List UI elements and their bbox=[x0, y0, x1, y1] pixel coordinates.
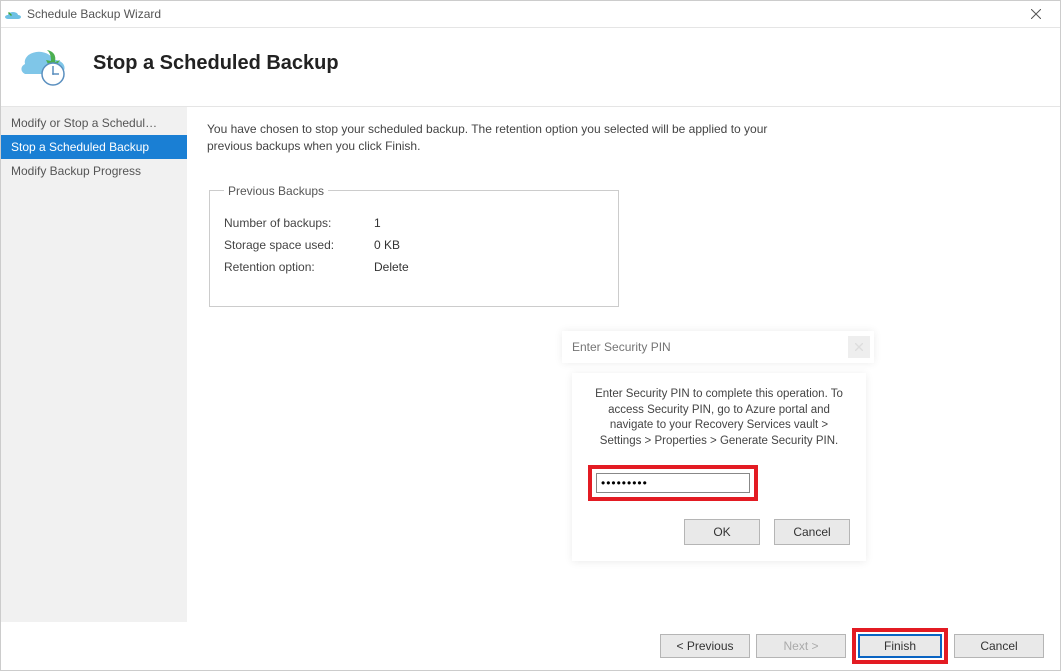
pin-entry-bar bbox=[562, 331, 874, 363]
window-title: Schedule Backup Wizard bbox=[27, 7, 161, 21]
finish-button[interactable]: Finish bbox=[858, 634, 942, 658]
pin-dialog-message: Enter Security PIN to complete this oper… bbox=[588, 387, 850, 449]
wizard-icon bbox=[13, 38, 73, 88]
pin-cancel-button[interactable]: Cancel bbox=[774, 519, 850, 545]
clear-pin-button[interactable] bbox=[848, 336, 870, 358]
close-icon bbox=[1031, 9, 1041, 19]
row-backup-count: Number of backups: 1 bbox=[224, 216, 604, 230]
page-title: Stop a Scheduled Backup bbox=[93, 52, 339, 75]
wizard-body: Modify or Stop a Schedul… Stop a Schedul… bbox=[1, 106, 1060, 622]
value-storage-used: 0 KB bbox=[374, 238, 400, 252]
previous-button[interactable]: < Previous bbox=[660, 634, 750, 658]
pin-input-highlight bbox=[588, 465, 758, 501]
wizard-footer: < Previous Next > Finish Cancel bbox=[1, 622, 1060, 670]
wizard-steps: Modify or Stop a Schedul… Stop a Schedul… bbox=[1, 107, 187, 622]
main-panel: You have chosen to stop your scheduled b… bbox=[187, 107, 1060, 622]
close-icon bbox=[855, 343, 863, 351]
step-stop-backup[interactable]: Stop a Scheduled Backup bbox=[1, 135, 187, 159]
pin-dialog: Enter Security PIN to complete this oper… bbox=[572, 373, 866, 561]
pin-ok-button[interactable]: OK bbox=[684, 519, 760, 545]
app-icon bbox=[5, 6, 21, 22]
next-button: Next > bbox=[756, 634, 846, 658]
row-retention: Retention option: Delete bbox=[224, 260, 604, 274]
row-storage-used: Storage space used: 0 KB bbox=[224, 238, 604, 252]
title-bar: Schedule Backup Wizard bbox=[1, 1, 1060, 28]
label-storage-used: Storage space used: bbox=[224, 238, 374, 252]
pin-placeholder-input[interactable] bbox=[562, 334, 848, 360]
wizard-window: Schedule Backup Wizard Stop a Scheduled … bbox=[0, 0, 1061, 671]
step-modify-or-stop[interactable]: Modify or Stop a Schedul… bbox=[1, 111, 187, 135]
cancel-button[interactable]: Cancel bbox=[954, 634, 1044, 658]
close-button[interactable] bbox=[1016, 1, 1056, 27]
previous-backups-group: Previous Backups Number of backups: 1 St… bbox=[209, 184, 619, 307]
label-backup-count: Number of backups: bbox=[224, 216, 374, 230]
wizard-header: Stop a Scheduled Backup bbox=[1, 28, 1060, 106]
label-retention: Retention option: bbox=[224, 260, 374, 274]
previous-backups-legend: Previous Backups bbox=[224, 184, 328, 198]
finish-highlight: Finish bbox=[852, 628, 948, 664]
value-backup-count: 1 bbox=[374, 216, 381, 230]
description-text: You have chosen to stop your scheduled b… bbox=[207, 121, 787, 156]
pin-input[interactable] bbox=[596, 473, 750, 493]
step-modify-progress[interactable]: Modify Backup Progress bbox=[1, 159, 187, 183]
value-retention: Delete bbox=[374, 260, 409, 274]
